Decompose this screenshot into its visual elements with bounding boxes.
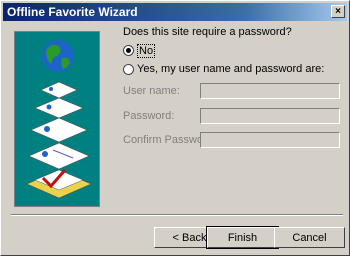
username-field[interactable]	[200, 83, 340, 99]
confirm-password-field[interactable]	[200, 132, 340, 148]
close-icon: ×	[335, 5, 341, 17]
radio-no[interactable]	[123, 45, 134, 56]
wizard-illustration	[14, 31, 100, 207]
password-field[interactable]	[200, 108, 340, 124]
page-stack-icon	[28, 81, 90, 170]
question-label: Does this site require a password?	[123, 26, 292, 38]
username-label: User name:	[123, 85, 180, 97]
globe-icon	[42, 40, 74, 72]
checkmark-clipboard-icon	[26, 169, 92, 199]
close-button[interactable]: ×	[331, 5, 345, 18]
window-title: Offline Favorite Wizard	[7, 5, 138, 19]
wizard-window: Offline Favorite Wizard × Does this site…	[0, 0, 350, 256]
divider	[11, 214, 343, 216]
cancel-button[interactable]: Cancel	[274, 227, 345, 248]
radio-yes-label[interactable]: Yes, my user name and password are:	[137, 63, 324, 75]
finish-button[interactable]: Finish	[206, 226, 279, 249]
title-bar: Offline Favorite Wizard ×	[3, 3, 347, 21]
radio-yes[interactable]	[123, 64, 134, 75]
password-label: Password:	[123, 110, 175, 122]
radio-no-label[interactable]: No	[137, 44, 156, 58]
